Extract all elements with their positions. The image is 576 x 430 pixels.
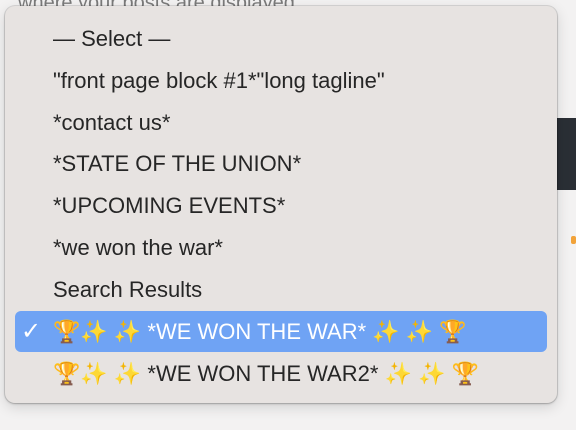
menu-item-search-results[interactable]: Search Results — [15, 269, 547, 310]
menu-item-we-won-the-war2-emoji[interactable]: 🏆✨ ✨ *WE WON THE WAR2* ✨ ✨ 🏆 — [15, 353, 547, 394]
menu-item-label: 🏆✨ ✨ *WE WON THE WAR* ✨ ✨ 🏆 — [53, 319, 467, 344]
dropdown-menu[interactable]: — Select — "front page block #1*"long ta… — [5, 6, 557, 403]
menu-item-label: Search Results — [53, 277, 203, 302]
background-dark-strip — [556, 118, 576, 190]
menu-item-upcoming-events[interactable]: *UPCOMING EVENTS* — [15, 185, 547, 226]
menu-item-we-won-the-war[interactable]: *we won the war* — [15, 227, 547, 268]
menu-item-state-of-the-union[interactable]: *STATE OF THE UNION* — [15, 143, 547, 184]
menu-item-we-won-the-war-emoji[interactable]: ✓ 🏆✨ ✨ *WE WON THE WAR* ✨ ✨ 🏆 — [15, 311, 547, 352]
menu-item-label: — Select — — [53, 26, 171, 51]
background-accent-dot — [571, 236, 576, 244]
menu-item-contact-us[interactable]: *contact us* — [15, 102, 547, 143]
menu-item-select[interactable]: — Select — — [15, 18, 547, 59]
menu-item-label: *UPCOMING EVENTS* — [53, 193, 286, 218]
menu-item-label: *we won the war* — [53, 235, 223, 260]
checkmark-icon: ✓ — [21, 318, 42, 345]
menu-item-label: *STATE OF THE UNION* — [53, 151, 302, 176]
menu-item-label: *contact us* — [53, 110, 171, 135]
menu-item-front-page-block[interactable]: "front page block #1*"long tagline" — [15, 60, 547, 101]
menu-item-label: 🏆✨ ✨ *WE WON THE WAR2* ✨ ✨ 🏆 — [53, 361, 479, 386]
menu-item-label: "front page block #1*"long tagline" — [53, 68, 385, 93]
